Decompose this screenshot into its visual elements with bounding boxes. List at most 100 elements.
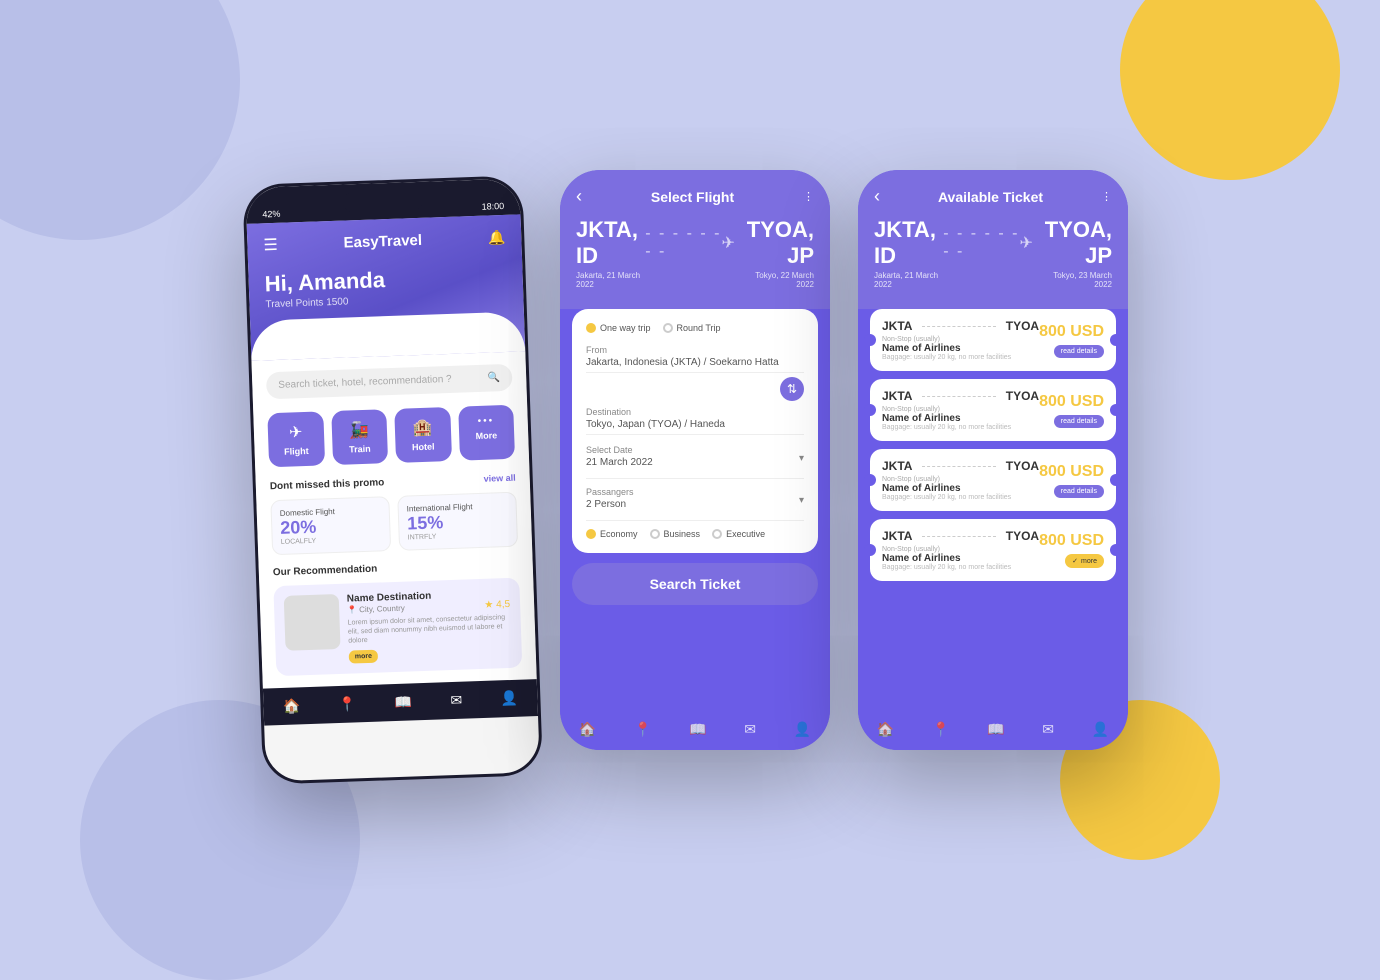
- ticket3-divider: [922, 466, 995, 467]
- ticket2-route: JKTA TYOA Non-Stop (usually) Name of Air…: [882, 389, 1039, 431]
- view-all-link[interactable]: view all: [484, 473, 516, 485]
- passengers-field[interactable]: Passangers 2 Person ▾: [586, 487, 804, 521]
- ticket4-divider: [922, 536, 995, 537]
- nav2-home-icon[interactable]: 🏠: [579, 721, 596, 738]
- phone3-body: JKTA TYOA Non-Stop (usually) Name of Air…: [858, 309, 1128, 709]
- ticket4-price: 800 USD: [1039, 532, 1104, 550]
- nav2-location-icon[interactable]: 📍: [634, 721, 651, 738]
- route3-to: TYOA, JP Tokyo, 23 March 2022: [1035, 217, 1112, 289]
- route-to-city: Tokyo, 22 March 2022: [737, 271, 814, 289]
- ticket-card-2[interactable]: JKTA TYOA Non-Stop (usually) Name of Air…: [870, 379, 1116, 441]
- cat-flight[interactable]: ✈ Flight: [267, 411, 324, 467]
- nav3-home-icon[interactable]: 🏠: [877, 721, 894, 738]
- search-icon: 🔍: [488, 372, 501, 383]
- economy-radio[interactable]: [586, 529, 596, 539]
- nav-home-icon[interactable]: 🏠: [282, 698, 300, 716]
- phone-1: 42% 18:00 ☰ EasyTravel 🔔 Hi, Amanda Trav…: [242, 175, 543, 784]
- business-option[interactable]: Business: [650, 529, 701, 539]
- swap-row: ⇅: [586, 377, 804, 401]
- nav3-mail-icon[interactable]: ✉: [1042, 721, 1054, 738]
- one-way-label: One way trip: [600, 323, 651, 333]
- cat-train[interactable]: 🚂 Train: [331, 409, 388, 465]
- notch-r-4: [1110, 544, 1122, 556]
- phone2-title: Select Flight: [582, 189, 803, 205]
- app-header: ☰ EasyTravel 🔔 Hi, Amanda Travel Points …: [247, 214, 526, 360]
- date-chevron: ▾: [799, 453, 804, 464]
- cat-hotel[interactable]: 🏨 Hotel: [394, 407, 451, 463]
- ticket-card-3[interactable]: JKTA TYOA Non-Stop (usually) Name of Air…: [870, 449, 1116, 511]
- date-field[interactable]: Select Date 21 March 2022 ▾: [586, 445, 804, 479]
- hotel-icon: 🏨: [412, 418, 433, 439]
- ticket4-codes: JKTA TYOA: [882, 529, 1039, 543]
- search-bar[interactable]: Search ticket, hotel, recommendation ? 🔍: [266, 364, 513, 400]
- route-to: TYOA, JP Tokyo, 22 March 2022: [737, 217, 814, 289]
- ticket1-read-btn[interactable]: read details: [1054, 345, 1104, 358]
- economy-option[interactable]: Economy: [586, 529, 638, 539]
- plane-icon-3: ✈: [1019, 233, 1034, 253]
- ticket4-airline-sub: Baggage: usually 20 kg, no more faciliti…: [882, 564, 1039, 571]
- from-value[interactable]: Jakarta, Indonesia (JKTA) / Soekarno Hat…: [586, 357, 804, 373]
- ticket3-codes: JKTA TYOA: [882, 459, 1039, 473]
- more-icon[interactable]: ⋮: [803, 190, 814, 203]
- ticket4-read-btn[interactable]: ✓more: [1065, 554, 1104, 568]
- ticket-card-1[interactable]: JKTA TYOA Non-Stop (usually) Name of Air…: [870, 309, 1116, 371]
- nav-row: ☰ EasyTravel 🔔: [263, 227, 506, 255]
- business-radio[interactable]: [650, 529, 660, 539]
- ticket1-from-sub: Non-Stop (usually): [882, 336, 1039, 343]
- promo-cards: Domestic Flight 20% LOCALFLY Internation…: [270, 492, 518, 556]
- search-text: Search ticket, hotel, recommendation ?: [278, 373, 482, 391]
- train-icon: 🚂: [349, 420, 370, 441]
- cat-more[interactable]: ••• More: [458, 405, 515, 461]
- ticket-card-4[interactable]: JKTA TYOA Non-Stop (usually) Name of Air…: [870, 519, 1116, 581]
- promo-domestic[interactable]: Domestic Flight 20% LOCALFLY: [270, 496, 391, 555]
- nav2-book-icon[interactable]: 📖: [689, 721, 706, 738]
- date-left: Select Date 21 March 2022: [586, 445, 653, 472]
- phone3-title: Available Ticket: [880, 189, 1101, 205]
- nav-mail-icon[interactable]: ✉: [450, 692, 462, 709]
- bg-decoration-tr: [1120, 0, 1340, 180]
- phone2-nav-row: ‹ Select Flight ⋮: [576, 186, 814, 207]
- ticket1-airline-sub: Baggage: usually 20 kg, no more faciliti…: [882, 354, 1039, 361]
- one-way-option[interactable]: One way trip: [586, 323, 651, 333]
- ticket2-read-btn[interactable]: read details: [1054, 415, 1104, 428]
- executive-radio[interactable]: [712, 529, 722, 539]
- route3-from-city: Jakarta, 21 March 2022: [874, 271, 943, 289]
- nav-profile-icon[interactable]: 👤: [500, 690, 518, 708]
- flight-route-3: JKTA, ID Jakarta, 21 March 2022 - - - - …: [874, 217, 1112, 309]
- promo-section-header: Dont missed this promo view all: [270, 473, 516, 493]
- passengers-left: Passangers 2 Person: [586, 487, 634, 514]
- nav3-book-icon[interactable]: 📖: [987, 721, 1004, 738]
- nav3-profile-icon[interactable]: 👤: [1092, 721, 1109, 738]
- menu-icon[interactable]: ☰: [263, 235, 278, 255]
- nav-location-icon[interactable]: 📍: [338, 696, 356, 714]
- ticket2-price-col: 800 USD read details: [1039, 393, 1104, 428]
- rec-description: Lorem ipsum dolor sit amet, consectetur …: [348, 613, 512, 646]
- nav3-location-icon[interactable]: 📍: [932, 721, 949, 738]
- route3-to-code: TYOA, JP: [1035, 217, 1112, 269]
- destination-value[interactable]: Tokyo, Japan (TYOA) / Haneda: [586, 419, 804, 435]
- bell-icon[interactable]: 🔔: [488, 228, 506, 246]
- route-from: JKTA, ID Jakarta, 21 March 2022: [576, 217, 645, 289]
- more-icon-3[interactable]: ⋮: [1101, 190, 1112, 203]
- route3-to-city: Tokyo, 23 March 2022: [1035, 271, 1112, 289]
- ticket2-from-code: JKTA: [882, 389, 912, 403]
- ticket2-from-sub: Non-Stop (usually): [882, 406, 1039, 413]
- nav2-profile-icon[interactable]: 👤: [794, 721, 811, 738]
- promo-intl[interactable]: International Flight 15% INTRFLY: [397, 492, 518, 551]
- search-ticket-button[interactable]: Search Ticket: [572, 563, 818, 605]
- phone-notch: [343, 190, 424, 213]
- phone-3: ‹ Available Ticket ⋮ JKTA, ID Jakarta, 2…: [858, 170, 1128, 750]
- ticket1-from-code: JKTA: [882, 319, 912, 333]
- business-label: Business: [664, 529, 701, 539]
- rec-card[interactable]: Name Destination 📍 City, Country ★ 4,5 L…: [273, 578, 522, 677]
- rec-more-button[interactable]: more: [349, 650, 379, 664]
- nav-book-icon[interactable]: 📖: [394, 694, 412, 712]
- round-trip-option[interactable]: Round Trip: [663, 323, 721, 333]
- ticket3-read-btn[interactable]: read details: [1054, 485, 1104, 498]
- passengers-value: 2 Person: [586, 499, 634, 514]
- swap-button[interactable]: ⇅: [780, 377, 804, 401]
- one-way-radio[interactable]: [586, 323, 596, 333]
- nav2-mail-icon[interactable]: ✉: [744, 721, 756, 738]
- executive-option[interactable]: Executive: [712, 529, 765, 539]
- round-trip-radio[interactable]: [663, 323, 673, 333]
